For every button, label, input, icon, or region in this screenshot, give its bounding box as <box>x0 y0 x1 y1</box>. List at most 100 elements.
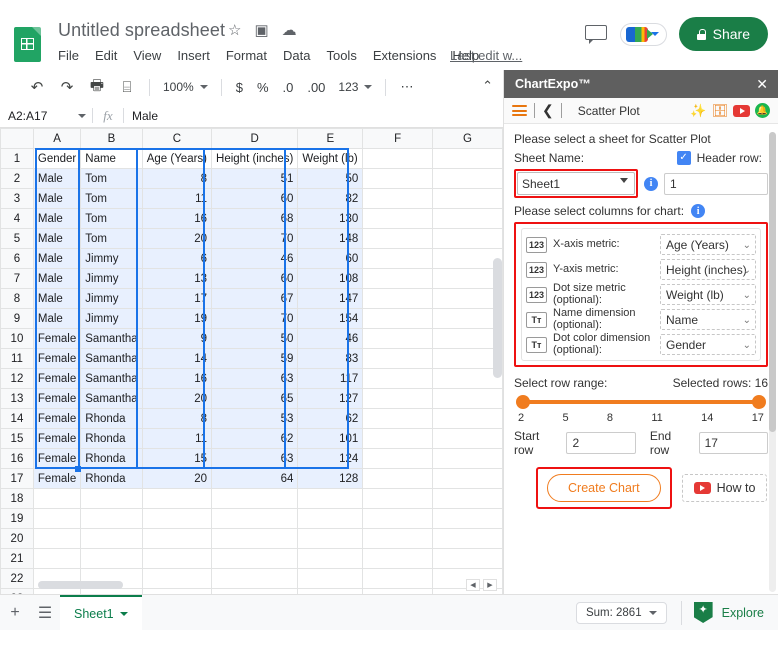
cell-b19[interactable] <box>80 508 143 529</box>
cell-c21[interactable] <box>141 548 213 569</box>
cell-b10[interactable]: Samantha <box>80 328 143 349</box>
cell-c1[interactable]: Age (Years) <box>141 148 213 169</box>
cell-f13[interactable] <box>362 388 434 409</box>
row-header-5[interactable]: 5 <box>0 228 34 249</box>
cell-c3[interactable]: 11 <box>141 188 213 209</box>
row-header-19[interactable]: 19 <box>0 508 34 529</box>
cell-b3[interactable]: Tom <box>80 188 143 209</box>
cell-c9[interactable]: 19 <box>141 308 213 329</box>
cell-a19[interactable] <box>32 508 82 529</box>
cell-b6[interactable]: Jimmy <box>80 248 143 269</box>
cell-e2[interactable]: 50 <box>297 168 364 189</box>
page-title[interactable]: Untitled spreadsheet <box>58 20 225 41</box>
menu-item-file[interactable]: File <box>58 48 79 63</box>
undo-icon[interactable]: ↶ <box>22 74 52 100</box>
scrollbar-thumb[interactable] <box>38 581 123 589</box>
move-to-folder-icon[interactable]: ▣ <box>254 23 268 38</box>
menu-item-edit[interactable]: Edit <box>95 48 117 63</box>
cell-e12[interactable]: 117 <box>297 368 364 389</box>
select-all-corner[interactable] <box>0 128 34 149</box>
cell-d7[interactable]: 60 <box>211 268 299 289</box>
cell-d20[interactable] <box>211 528 299 549</box>
row-header-21[interactable]: 21 <box>0 548 34 569</box>
table-row[interactable]: 15 Female Rhonda 11 62 101 <box>0 428 503 449</box>
cell-a10[interactable]: Female <box>32 328 82 349</box>
cell-b14[interactable]: Rhonda <box>80 408 143 429</box>
database-add-icon[interactable]: 🗄 <box>711 103 728 119</box>
row-header-8[interactable]: 8 <box>0 288 34 309</box>
cell-b4[interactable]: Tom <box>80 208 143 229</box>
cell-g11[interactable] <box>432 348 503 369</box>
row-header-10[interactable]: 10 <box>0 328 34 349</box>
cell-g13[interactable] <box>432 388 503 409</box>
cell-c2[interactable]: 8 <box>141 168 213 189</box>
cell-d12[interactable]: 63 <box>211 368 299 389</box>
scroll-right-icon[interactable]: ▶ <box>483 579 497 591</box>
cell-b8[interactable]: Jimmy <box>80 288 143 309</box>
cell-g4[interactable] <box>432 208 503 229</box>
sheet-name-select[interactable]: Sheet1 <box>517 172 635 195</box>
cell-a15[interactable]: Female <box>32 428 82 449</box>
cell-d17[interactable]: 64 <box>211 468 299 489</box>
cell-f9[interactable] <box>362 308 434 329</box>
cell-c17[interactable]: 20 <box>141 468 213 489</box>
cell-b7[interactable]: Jimmy <box>80 268 143 289</box>
cell-e7[interactable]: 108 <box>297 268 364 289</box>
row-header-6[interactable]: 6 <box>0 248 34 269</box>
cell-g10[interactable] <box>432 328 503 349</box>
cell-a17[interactable]: Female <box>32 468 82 489</box>
menu-item-data[interactable]: Data <box>283 48 310 63</box>
column-header-a[interactable]: A <box>32 128 82 149</box>
table-row[interactable]: 8 Male Jimmy 17 67 147 <box>0 288 503 309</box>
table-row[interactable]: 13 Female Samantha 20 65 127 <box>0 388 503 409</box>
cell-g1[interactable] <box>432 148 503 169</box>
table-row[interactable]: 1 Gender Name Age (Years) Height (inches… <box>0 148 503 169</box>
cell-d21[interactable] <box>211 548 299 569</box>
cell-d11[interactable]: 59 <box>211 348 299 369</box>
cell-g14[interactable] <box>432 408 503 429</box>
cell-f16[interactable] <box>362 448 434 469</box>
chevron-down-icon[interactable] <box>119 611 128 616</box>
cell-f5[interactable] <box>362 228 434 249</box>
cell-f1[interactable] <box>362 148 434 169</box>
cell-f7[interactable] <box>362 268 434 289</box>
cell-c6[interactable]: 6 <box>141 248 213 269</box>
cell-b21[interactable] <box>80 548 143 569</box>
cell-f20[interactable] <box>362 528 434 549</box>
hamburger-menu-icon[interactable] <box>512 105 527 116</box>
row-header-14[interactable]: 14 <box>0 408 34 429</box>
vertical-scrollbar[interactable] <box>493 258 502 588</box>
cell-f12[interactable] <box>362 368 434 389</box>
cell-a14[interactable]: Female <box>32 408 82 429</box>
cell-a5[interactable]: Male <box>32 228 82 249</box>
cell-d5[interactable]: 70 <box>211 228 299 249</box>
slider-start-handle[interactable] <box>516 395 530 409</box>
cell-g9[interactable] <box>432 308 503 329</box>
sidebar-scrollbar[interactable] <box>769 132 776 592</box>
menu-item-tools[interactable]: Tools <box>326 48 356 63</box>
cell-d4[interactable]: 68 <box>211 208 299 229</box>
cell-b9[interactable]: Jimmy <box>80 308 143 329</box>
cell-d8[interactable]: 67 <box>211 288 299 309</box>
cell-f18[interactable] <box>362 488 434 509</box>
cell-a13[interactable]: Female <box>32 388 82 409</box>
cell-g7[interactable] <box>432 268 503 289</box>
row-range-slider[interactable]: 2 5 8 11 14 17 <box>514 395 768 427</box>
table-row[interactable]: 7 Male Jimmy 13 60 108 <box>0 268 503 289</box>
column-header-b[interactable]: B <box>80 128 143 149</box>
start-row-input[interactable]: 2 <box>566 432 636 454</box>
function-icon[interactable]: fx <box>93 108 123 124</box>
cell-g5[interactable] <box>432 228 503 249</box>
cell-e6[interactable]: 60 <box>297 248 364 269</box>
cell-f3[interactable] <box>362 188 434 209</box>
scroll-left-icon[interactable]: ◀ <box>466 579 480 591</box>
menu-item-format[interactable]: Format <box>226 48 267 63</box>
cell-a16[interactable]: Female <box>32 448 82 469</box>
cell-e13[interactable]: 127 <box>297 388 364 409</box>
cell-e17[interactable]: 128 <box>297 468 364 489</box>
cell-f14[interactable] <box>362 408 434 429</box>
collapse-toolbar-icon[interactable]: ⌃ <box>482 78 493 94</box>
cell-c12[interactable]: 16 <box>141 368 213 389</box>
row-header-1[interactable]: 1 <box>0 148 34 169</box>
row-header-11[interactable]: 11 <box>0 348 34 369</box>
